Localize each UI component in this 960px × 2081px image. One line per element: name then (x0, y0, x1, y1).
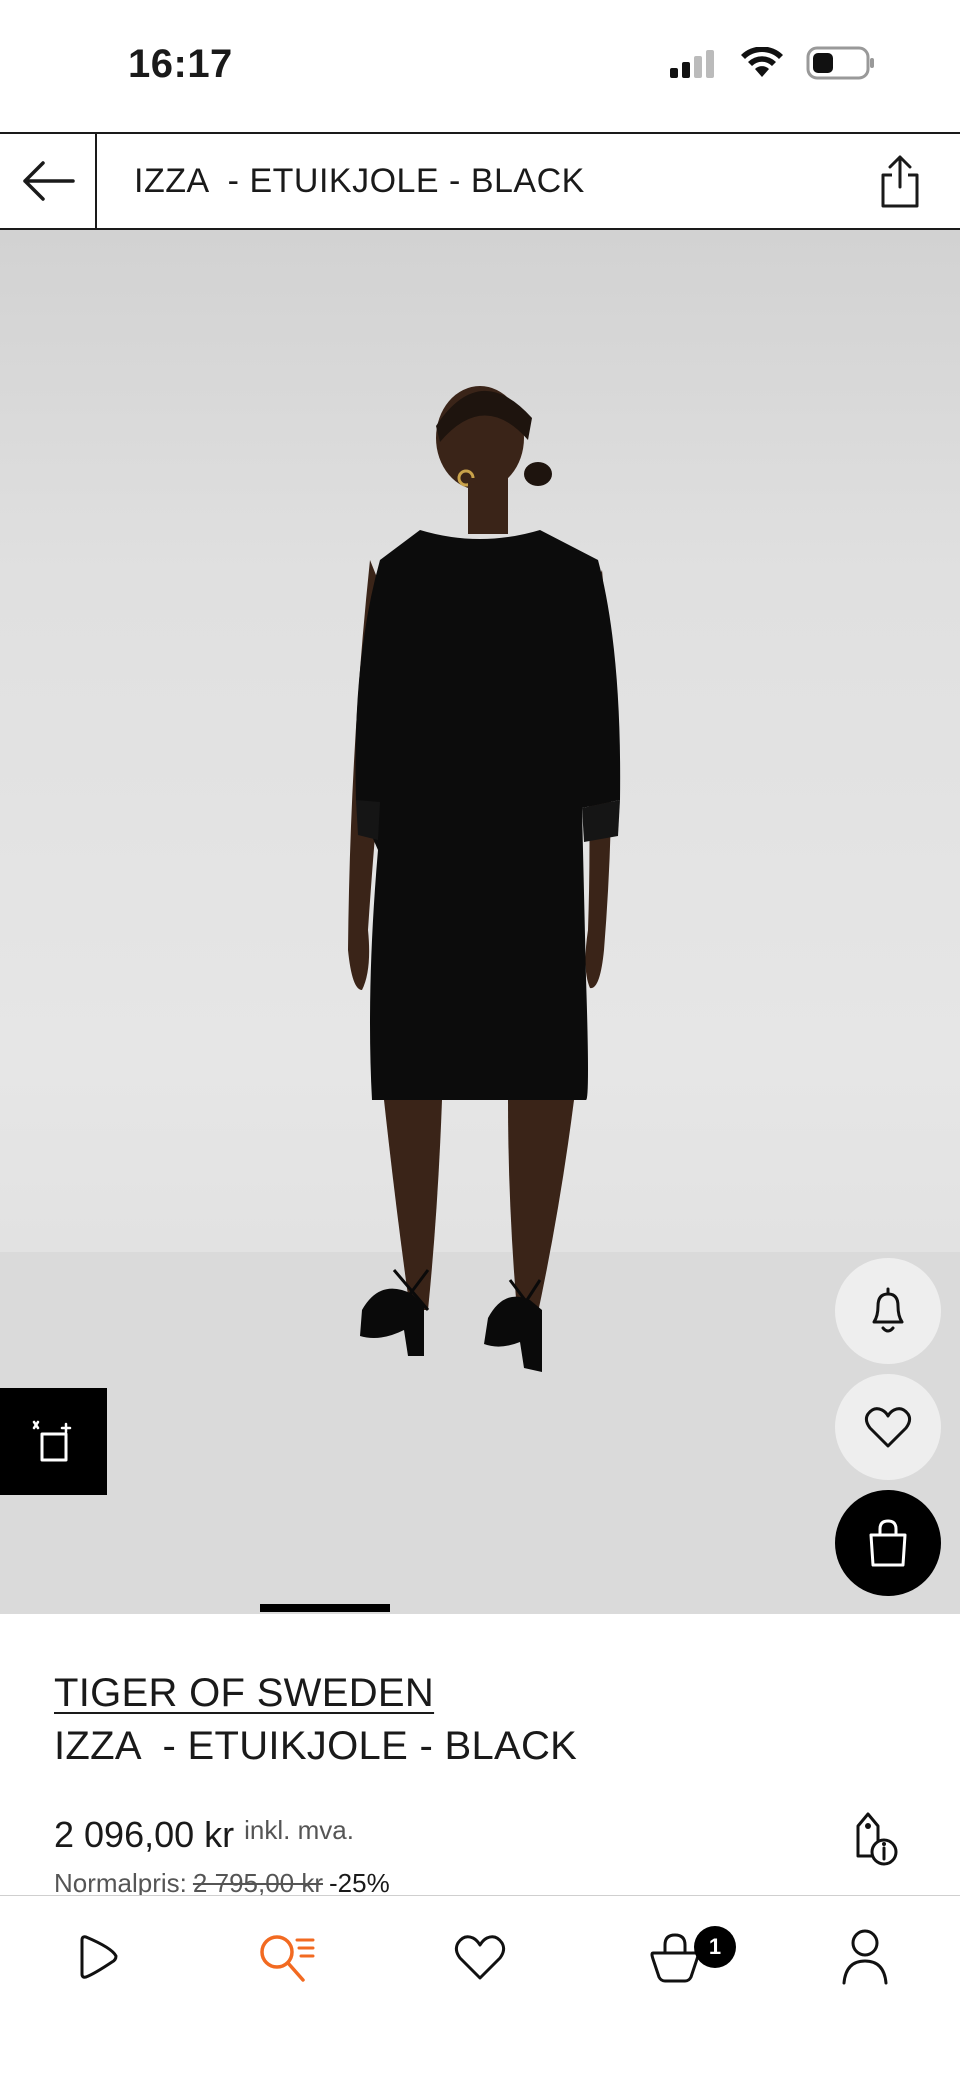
cellular-signal-icon (670, 50, 714, 78)
nav-search[interactable] (252, 1922, 322, 1992)
add-to-bag-button[interactable] (835, 1490, 941, 1596)
status-bar: 16:17 (0, 0, 960, 132)
back-button[interactable] (0, 134, 97, 228)
status-time: 16:17 (128, 42, 233, 86)
battery-icon (806, 46, 874, 80)
feedback-icon (32, 1420, 71, 1461)
price-tag-info-icon (856, 1812, 898, 1866)
bottom-nav: 1 (0, 1895, 960, 2081)
arrow-left-icon (22, 161, 75, 201)
heart-icon (454, 1935, 506, 1980)
current-price: 2 096,00 kr (54, 1814, 235, 1855)
page-title: IZZA - ETUIKJOLE - BLACK (134, 162, 585, 200)
add-to-wishlist-button[interactable] (835, 1374, 941, 1480)
feedback-button[interactable] (0, 1388, 107, 1495)
play-home-icon (80, 1935, 118, 1979)
product-name: IZZA - ETUIKJOLE - BLACK (54, 1724, 578, 1768)
bag-count-badge: 1 (694, 1926, 736, 1968)
user-icon (842, 1929, 888, 1985)
price-row: 2 096,00 kr inkl. mva. (54, 1814, 354, 1856)
carousel-indicator-active[interactable] (260, 1604, 390, 1612)
status-icons (668, 46, 876, 80)
vat-note: inkl. mva. (244, 1815, 354, 1845)
product-header: IZZA - ETUIKJOLE - BLACK (0, 132, 960, 230)
nav-wishlist[interactable] (445, 1922, 515, 1992)
share-icon (881, 155, 919, 208)
brand-link[interactable]: TIGER OF SWEDEN (54, 1671, 434, 1716)
wifi-icon (741, 47, 783, 77)
nav-home[interactable] (62, 1922, 132, 1992)
product-image-gallery[interactable] (0, 230, 960, 1614)
share-button[interactable] (870, 150, 930, 212)
price-info-button[interactable] (850, 1808, 900, 1866)
shopping-bag-icon (869, 1519, 907, 1567)
heart-icon (864, 1407, 912, 1448)
notify-button[interactable] (835, 1258, 941, 1364)
bell-icon (872, 1287, 904, 1333)
shopping-bag-icon (650, 1933, 700, 1983)
product-photo (0, 386, 960, 1614)
search-list-icon (260, 1935, 315, 1982)
nav-account[interactable] (830, 1922, 900, 1992)
